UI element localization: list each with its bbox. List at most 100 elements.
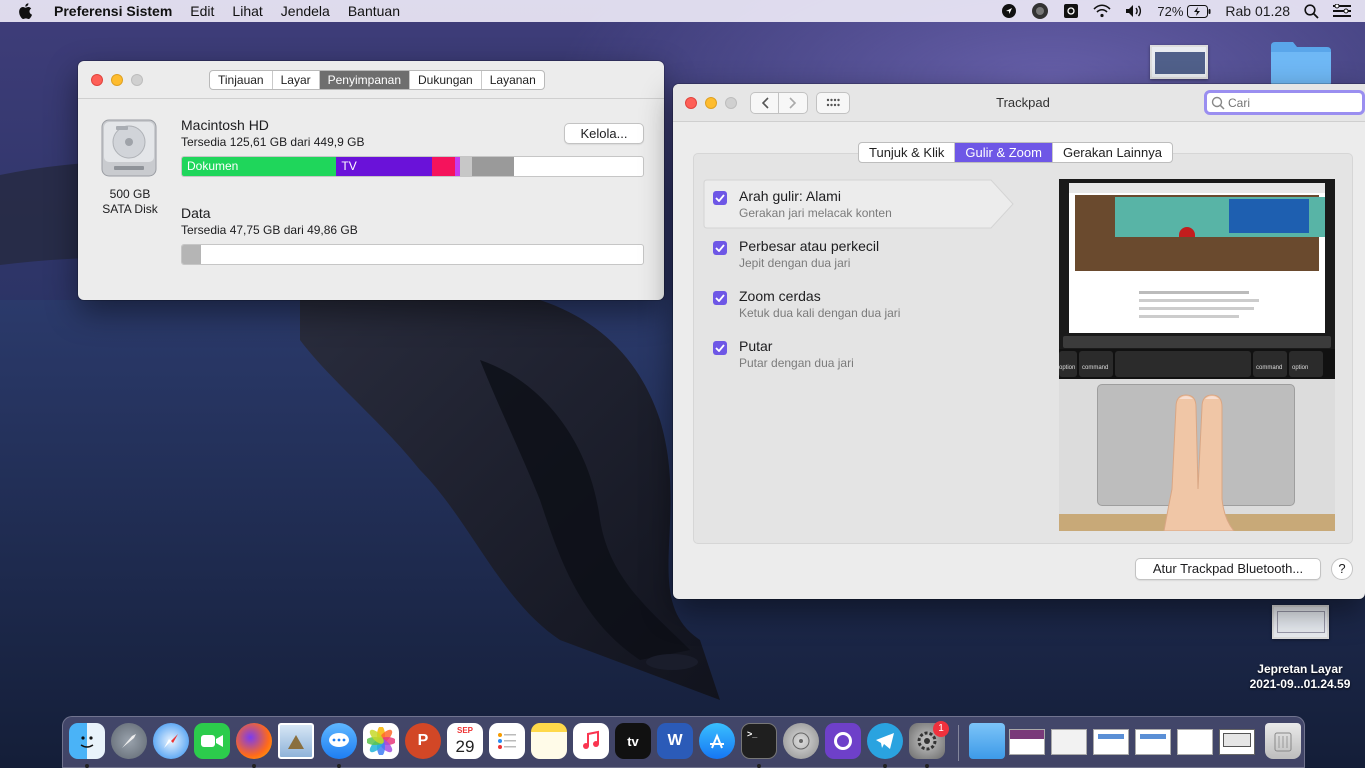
dock-downloads-folder-icon[interactable] xyxy=(969,723,1005,759)
menu-extras: 72% Rab 01.28 xyxy=(1001,0,1365,22)
dock-minimized-window-4[interactable] xyxy=(1135,729,1171,755)
dock: P SEP 29 tv W >_ 1 xyxy=(62,716,1305,768)
dock-trash-icon[interactable] xyxy=(1265,723,1301,759)
desktop-screenshot-thumbnail[interactable] xyxy=(1150,45,1208,79)
dock-firefox-icon[interactable] xyxy=(236,723,272,759)
storage-segment-other-2 xyxy=(431,157,455,176)
dock-preview-icon[interactable] xyxy=(278,723,314,759)
setup-bluetooth-trackpad-button[interactable]: Atur Trackpad Bluetooth... xyxy=(1135,558,1321,580)
tab-displays[interactable]: Layar xyxy=(273,71,320,89)
option-scroll-direction[interactable]: Arah gulir: Alami Gerakan jari melacak k… xyxy=(713,187,892,222)
help-button[interactable]: ? xyxy=(1331,558,1353,580)
desktop-folder-icon[interactable] xyxy=(1271,40,1331,86)
dock-minimized-window-5[interactable] xyxy=(1177,729,1213,755)
search-icon xyxy=(1211,96,1225,110)
tab-overview[interactable]: Tinjauan xyxy=(210,71,273,89)
dock-terminal-icon[interactable]: >_ xyxy=(741,723,777,759)
dock-messages-icon[interactable] xyxy=(321,723,357,759)
manage-button[interactable]: Kelola... xyxy=(564,123,644,144)
battery-percentage: 72% xyxy=(1157,3,1184,19)
dock-apple-tv-icon[interactable]: tv xyxy=(615,723,651,759)
tab-more-gestures[interactable]: Gerakan Lainnya xyxy=(1053,143,1172,162)
dock-reminders-icon[interactable] xyxy=(489,723,525,759)
menu-help[interactable]: Bantuan xyxy=(348,3,400,19)
zoom-button[interactable] xyxy=(131,74,143,86)
apple-menu-icon[interactable] xyxy=(18,1,38,21)
desktop-screenshot-file-icon[interactable] xyxy=(1272,605,1329,639)
preview-space-key xyxy=(1115,351,1251,377)
running-indicator xyxy=(883,764,887,768)
dock-github-desktop-icon[interactable] xyxy=(825,723,861,759)
wifi-icon[interactable] xyxy=(1093,4,1111,18)
scroll-direction-checkbox[interactable] xyxy=(713,191,727,205)
running-indicator xyxy=(337,764,341,768)
dock-minimized-window-1[interactable] xyxy=(1009,729,1045,755)
screen-recorder-icon[interactable] xyxy=(1031,2,1049,20)
dock-launchpad-icon[interactable] xyxy=(111,723,147,759)
dock-telegram-icon[interactable] xyxy=(867,723,903,759)
search-input[interactable] xyxy=(1228,95,1358,110)
volume-name-data: Data xyxy=(181,205,211,221)
gesture-preview-video: option command command option xyxy=(1059,179,1335,531)
dock-photos-icon[interactable] xyxy=(363,723,399,759)
minimize-button[interactable] xyxy=(111,74,123,86)
tab-scroll-and-zoom[interactable]: Gulir & Zoom xyxy=(955,143,1053,162)
running-indicator xyxy=(757,764,761,768)
menu-window[interactable]: Jendela xyxy=(281,3,330,19)
preview-option-key: option xyxy=(1059,351,1077,377)
option-zoom-in-out[interactable]: Perbesar atau perkecil Jepit dengan dua … xyxy=(713,237,879,272)
storage-usage-bar-macintosh-hd: Dokumen TV xyxy=(181,156,644,177)
dock-minimized-window-6[interactable] xyxy=(1219,729,1255,755)
dock-minimized-window-2[interactable] xyxy=(1051,729,1087,755)
dock-minimized-window-3[interactable] xyxy=(1093,729,1129,755)
clock[interactable]: Rab 01.28 xyxy=(1225,3,1290,19)
dock-disk-utility-icon[interactable] xyxy=(783,723,819,759)
tab-support[interactable]: Dukungan xyxy=(410,71,482,89)
dock-notes-icon[interactable] xyxy=(531,723,567,759)
zoom-in-out-checkbox[interactable] xyxy=(713,241,727,255)
dock-calendar-icon[interactable]: SEP 29 xyxy=(447,723,483,759)
window-controls xyxy=(91,74,143,86)
dock-word-icon[interactable]: W xyxy=(657,723,693,759)
dock-app-store-icon[interactable] xyxy=(699,723,735,759)
preview-screen xyxy=(1059,179,1335,355)
preview-dock xyxy=(1063,336,1331,348)
camera-app-icon[interactable] xyxy=(1063,3,1079,19)
trackpad-preferences-window: Trackpad Tunjuk & Klik Gulir & Zoom Gera… xyxy=(673,84,1365,599)
dock-finder-icon[interactable] xyxy=(69,723,105,759)
two-finger-hand-icon xyxy=(1163,394,1235,531)
dock-safari-icon[interactable] xyxy=(153,723,189,759)
location-icon[interactable] xyxy=(1001,3,1017,19)
rotate-checkbox[interactable] xyxy=(713,341,727,355)
volume-icon[interactable] xyxy=(1125,4,1143,18)
dock-facetime-icon[interactable] xyxy=(194,723,230,759)
preview-command-key-right: command xyxy=(1253,351,1287,377)
about-this-mac-window: Tinjauan Layar Penyimpanan Dukungan Laya… xyxy=(78,61,664,300)
control-center-icon[interactable] xyxy=(1333,4,1351,18)
tab-storage[interactable]: Penyimpanan xyxy=(319,71,411,89)
menu-app-name[interactable]: Preferensi Sistem xyxy=(54,3,172,19)
tab-service[interactable]: Layanan xyxy=(482,71,544,89)
battery-charging-icon[interactable] xyxy=(1187,4,1211,18)
close-button[interactable] xyxy=(91,74,103,86)
search-field[interactable] xyxy=(1204,90,1365,115)
dock-powerpoint-icon[interactable]: P xyxy=(405,723,441,759)
storage-usage-bar-data xyxy=(181,244,644,265)
menu-bar: Preferensi Sistem Edit Lihat Jendela Ban… xyxy=(0,0,1365,22)
menu-view[interactable]: Lihat xyxy=(232,3,262,19)
option-smart-zoom[interactable]: Zoom cerdas Ketuk dua kali dengan dua ja… xyxy=(713,287,900,322)
smart-zoom-checkbox[interactable] xyxy=(713,291,727,305)
menu-edit[interactable]: Edit xyxy=(190,3,214,19)
dock-music-icon[interactable] xyxy=(573,723,609,759)
tab-point-and-click[interactable]: Tunjuk & Klik xyxy=(859,143,956,162)
spotlight-search-icon[interactable] xyxy=(1304,3,1319,19)
volume-available-data: Tersedia 47,75 GB dari 49,86 GB xyxy=(181,223,358,237)
toolbar-divider xyxy=(78,98,664,99)
trackpad-tabs: Tunjuk & Klik Gulir & Zoom Gerakan Lainn… xyxy=(858,142,1173,163)
desktop-screenshot-file-label[interactable]: Jepretan Layar 2021-09...01.24.59 xyxy=(1230,662,1365,692)
storage-segment-tv: TV xyxy=(336,157,432,176)
option-rotate[interactable]: Putar Putar dengan dua jari xyxy=(713,337,854,372)
disk-type: SATA Disk xyxy=(102,202,158,216)
dock-divider xyxy=(958,725,959,761)
storage-segment-other-5 xyxy=(471,157,514,176)
